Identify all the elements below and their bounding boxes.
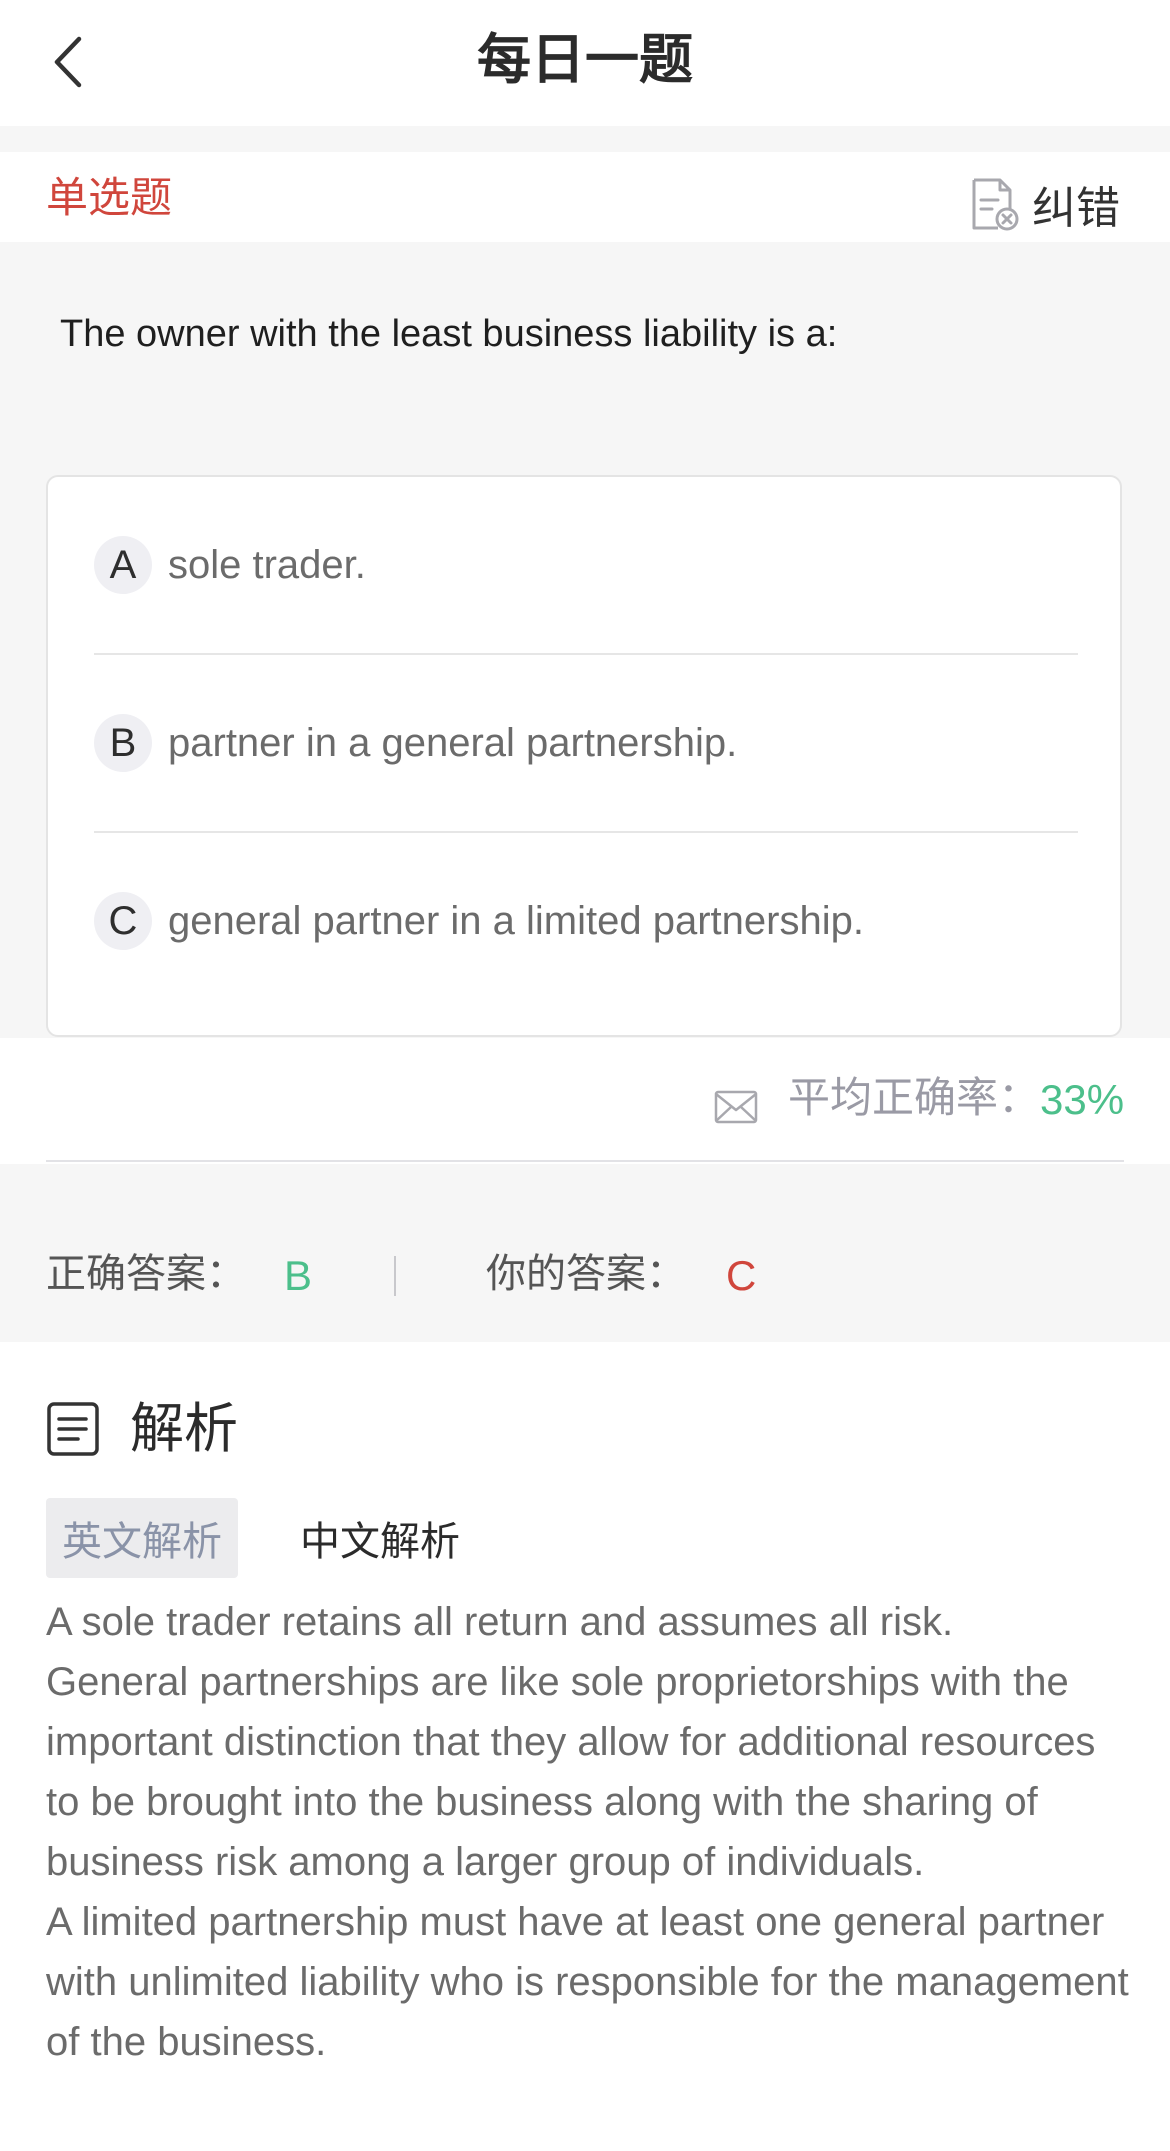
correct-answer-value: B <box>284 1252 313 1299</box>
question-text: The owner with the least business liabil… <box>60 313 838 355</box>
analysis-title: 解析 <box>130 1397 238 1460</box>
document-error-icon <box>972 178 1019 231</box>
document-lines-icon <box>47 1402 99 1456</box>
option-text: general partner in a limited partnership… <box>168 898 864 943</box>
analysis-tabs: 英文解析 中文解析 <box>46 1498 476 1578</box>
question-type-bar: 单选题 纠错 <box>0 152 1170 242</box>
accuracy-row: 平均正确率： 33% <box>0 1038 1170 1162</box>
app-header: 每日一题 <box>0 0 1170 126</box>
your-answer-value: C <box>726 1252 757 1299</box>
option-text: partner in a general partnership. <box>168 720 738 765</box>
analysis-paragraph: A sole trader retains all return and ass… <box>46 1600 954 1644</box>
tab-english-analysis[interactable]: 英文解析 <box>46 1498 238 1578</box>
option-b[interactable]: B partner in a general partnership. <box>94 655 1078 831</box>
option-letter: A <box>94 536 152 594</box>
analysis-text: A sole trader retains all return and ass… <box>46 1592 1136 2072</box>
your-answer-label: 你的答案： <box>486 1251 686 1297</box>
answer-separator <box>394 1256 396 1296</box>
accuracy-label: 平均正确率： <box>788 1073 1041 1122</box>
divider <box>46 1160 1124 1162</box>
option-c[interactable]: C general partner in a limited partnersh… <box>94 833 1078 1009</box>
analysis-paragraph: General partnerships are like sole propr… <box>46 1660 1096 1884</box>
report-error-button[interactable]: 纠错 <box>968 172 1120 236</box>
options-card: A sole trader. B partner in a general pa… <box>46 475 1122 1037</box>
answer-row: 正确答案： B 你的答案： C <box>0 1164 1170 1342</box>
question-type-label: 单选题 <box>46 173 173 222</box>
option-letter: C <box>94 892 152 950</box>
option-a[interactable]: A sole trader. <box>94 477 1078 653</box>
report-error-label: 纠错 <box>1032 183 1120 234</box>
question-area: The owner with the least business liabil… <box>0 242 1170 1038</box>
analysis-paragraph: A limited partnership must have at least… <box>46 1900 1129 2064</box>
option-letter: B <box>94 714 152 772</box>
option-text: sole trader. <box>168 542 366 587</box>
mail-icon <box>714 1090 758 1124</box>
analysis-header: 解析 <box>46 1396 238 1462</box>
correct-answer-label: 正确答案： <box>46 1251 246 1297</box>
tab-chinese-analysis[interactable]: 中文解析 <box>284 1498 476 1578</box>
page-title: 每日一题 <box>477 28 693 91</box>
accuracy-value: 33% <box>1040 1076 1125 1123</box>
section-gap <box>0 126 1170 152</box>
